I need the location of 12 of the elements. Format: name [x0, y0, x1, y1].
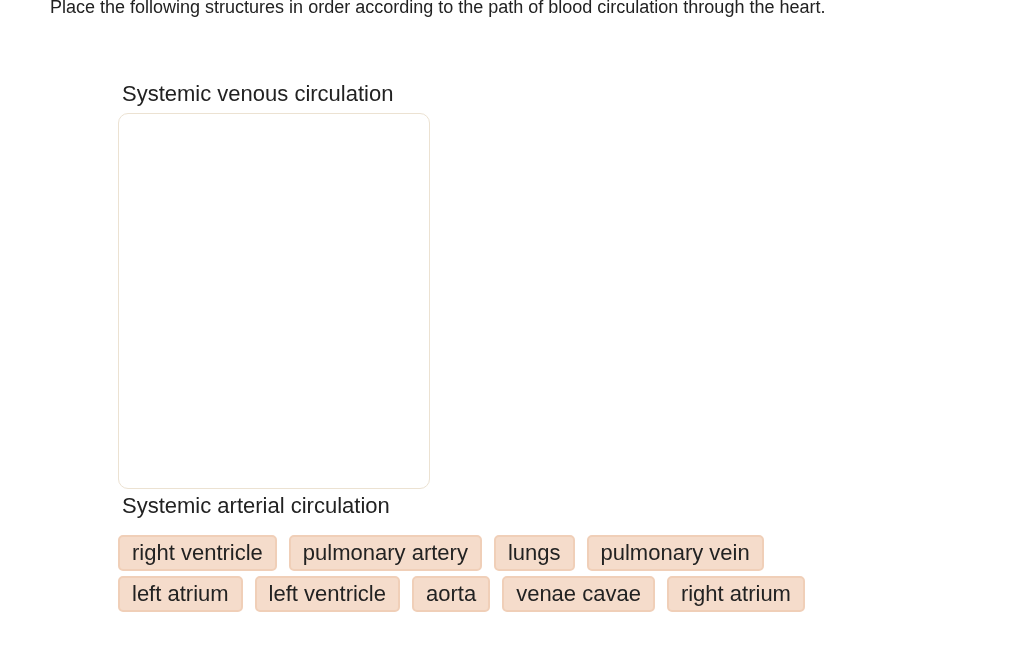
- answer-chip[interactable]: right atrium: [666, 576, 805, 612]
- answer-chip[interactable]: aorta: [412, 576, 491, 612]
- answer-chip[interactable]: venae cavae: [502, 576, 655, 612]
- bottom-label: Systemic arterial circulation: [122, 493, 391, 519]
- answer-chip[interactable]: left atrium: [118, 576, 243, 612]
- answer-chip[interactable]: pulmonary vein: [586, 535, 764, 571]
- answer-chip[interactable]: pulmonary artery: [288, 535, 482, 571]
- answer-chip[interactable]: right ventricle: [118, 535, 277, 571]
- answer-chip[interactable]: lungs: [493, 535, 575, 571]
- drop-zone[interactable]: [118, 113, 430, 489]
- top-label: Systemic venous circulation: [122, 81, 395, 107]
- answer-chip[interactable]: left ventricle: [254, 576, 400, 612]
